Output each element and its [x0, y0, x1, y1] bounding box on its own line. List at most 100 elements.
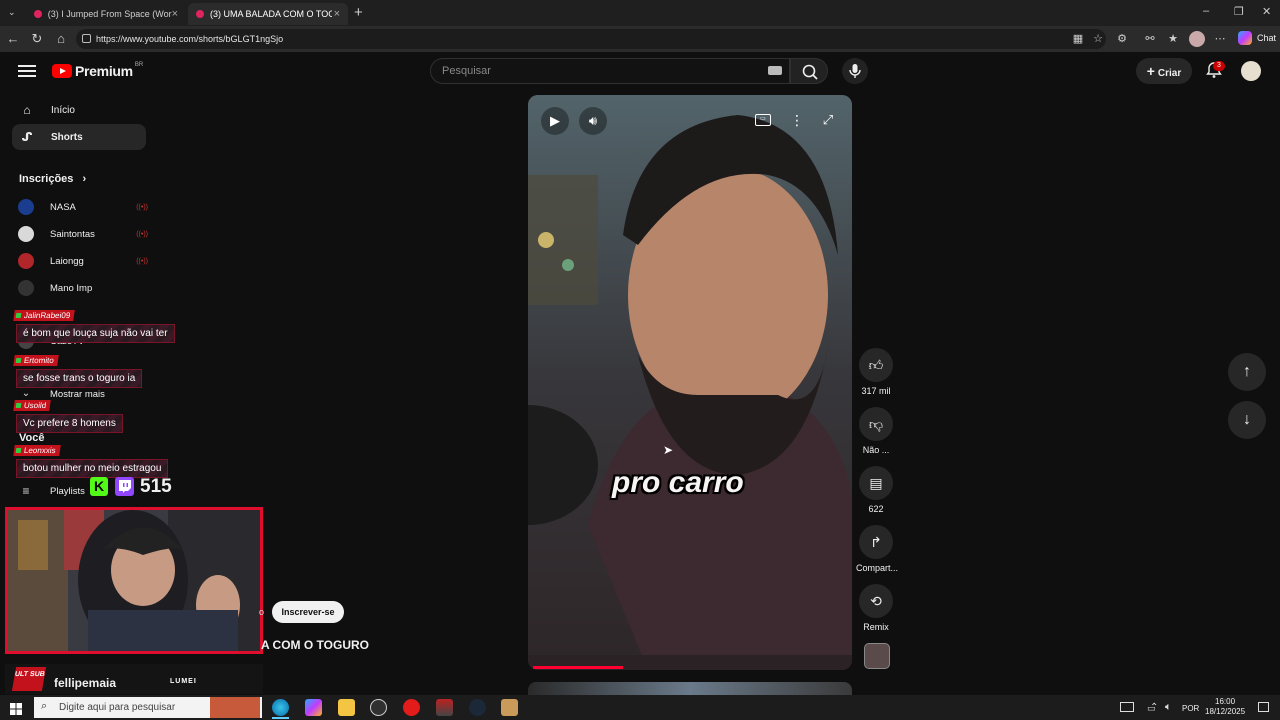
site-info-icon[interactable] — [82, 34, 91, 43]
close-window-icon[interactable]: ✕ — [1262, 5, 1271, 18]
subscription-item[interactable]: Mano Imp — [18, 277, 148, 299]
account-avatar[interactable] — [1241, 61, 1261, 81]
channel-name: Mano Imp — [50, 282, 93, 294]
channel-avatar — [18, 226, 34, 242]
channel-name: NASA — [50, 201, 76, 213]
live-icon: ((•)) — [136, 257, 148, 265]
home-icon[interactable]: ⌂ — [52, 30, 70, 48]
remix-button[interactable]: ⟲ Remix — [856, 584, 896, 632]
close-tab-icon[interactable]: × — [172, 8, 178, 20]
sidebar-item-home[interactable]: ⌂ Início — [12, 97, 146, 123]
next-short-button[interactable]: ↓ — [1228, 401, 1266, 439]
windows-start-icon[interactable] — [10, 702, 22, 715]
youtube-play-logo-icon — [52, 64, 72, 78]
streamer-name: fellipemaia — [54, 676, 117, 690]
split-screen-icon[interactable]: ⚯ — [1142, 31, 1158, 47]
tab-title: (3) I Jumped From Space (World R — [47, 9, 172, 19]
comments-button[interactable]: ▤ 622 — [856, 466, 896, 514]
network-icon[interactable] — [1120, 702, 1134, 712]
video-caption: pro carro — [612, 466, 744, 499]
copilot-icon — [1238, 31, 1252, 45]
address-bar[interactable]: https://www.youtube.com/shorts/bGLGT1ngS… — [76, 29, 1106, 49]
fullscreen-icon[interactable]: ⤢ — [820, 112, 836, 128]
create-button[interactable]: + Criar — [1136, 58, 1192, 84]
plus-icon: + — [1146, 63, 1155, 79]
file-explorer-icon[interactable] — [338, 699, 355, 716]
subscriptions-heading[interactable]: Inscrições › — [19, 173, 86, 185]
sound-thumbnail[interactable] — [864, 643, 890, 669]
next-short-preview — [528, 682, 852, 695]
subscription-item[interactable]: NASA ((•)) — [18, 196, 148, 218]
home-icon: ⌂ — [23, 103, 31, 117]
share-button[interactable]: ↱ Compart... — [856, 525, 899, 573]
thumbs-up-icon: 👍︎ — [859, 348, 893, 382]
language-indicator[interactable]: POR — [1182, 704, 1199, 713]
chevron-right-icon: › — [82, 173, 87, 185]
arrow-up-icon: ↑ — [1243, 363, 1251, 380]
obs-icon[interactable] — [370, 699, 387, 716]
like-button[interactable]: 👍︎ 317 mil — [856, 348, 896, 396]
app-icon-colorful[interactable] — [436, 699, 453, 716]
shorts-player[interactable] — [528, 95, 852, 670]
copilot-icon[interactable] — [305, 699, 322, 716]
ult-sub-badge: ULT SUB — [11, 667, 47, 691]
search-button[interactable] — [790, 58, 828, 84]
twitch-logo-icon — [115, 477, 134, 496]
reload-icon[interactable]: ↻ — [28, 30, 46, 48]
chat-username: JalinRabei09 — [13, 310, 76, 321]
youtube-premium-logo[interactable]: Premium BR — [52, 62, 143, 79]
speaker-icon[interactable]: 🔈︎ — [1165, 701, 1172, 714]
notification-center-icon[interactable] — [1258, 702, 1269, 712]
edge-browser-icon[interactable] — [272, 699, 289, 716]
chat-message: Leonxxis botou mulher no meio estragou — [13, 440, 169, 478]
youtube-app-icon[interactable] — [403, 699, 420, 716]
subscribe-left-fragment: o — [259, 607, 265, 617]
keyboard-icon[interactable] — [768, 66, 782, 75]
back-icon[interactable]: ← — [4, 30, 22, 48]
like-count: 317 mil — [861, 386, 891, 396]
volume-button[interactable]: 🔊︎ — [579, 107, 607, 135]
profile-avatar-icon[interactable] — [1189, 31, 1205, 47]
video-frame — [528, 95, 852, 670]
webcam-image — [8, 510, 260, 651]
hamburger-menu-icon[interactable] — [18, 62, 36, 78]
steam-icon[interactable] — [469, 699, 486, 716]
search-input[interactable]: Pesquisar — [430, 58, 790, 84]
new-tab-button[interactable]: + — [354, 4, 363, 21]
dislike-button[interactable]: 👎︎ Não ... — [856, 407, 896, 455]
volume-icon: 🔊︎ — [588, 113, 598, 128]
app-install-icon[interactable]: ▦ — [1070, 31, 1086, 47]
subscription-item[interactable]: Saintontas ((•)) — [18, 223, 148, 245]
subscription-item[interactable]: Laiongg ((•)) — [18, 250, 148, 272]
microphone-icon — [849, 64, 861, 78]
close-tab-icon[interactable]: × — [334, 8, 340, 20]
channel-name: Laiongg — [50, 255, 84, 267]
sidebar-item-shorts[interactable]: ᔑ Shorts — [12, 124, 146, 150]
minimize-icon[interactable]: – — [1203, 5, 1209, 17]
favorites-icon[interactable]: ★ — [1165, 31, 1181, 47]
subscriptions-title: Inscrições — [19, 173, 74, 185]
taskbar-clock[interactable]: 16:00 18/12/2025 — [1205, 697, 1245, 717]
wifi-icon[interactable]: ▭ — [1147, 703, 1156, 714]
playlists-icon: ≡ — [22, 484, 30, 498]
chat-message: Usoild Vc prefere 8 homens — [13, 395, 123, 433]
tab-list-chevron-icon[interactable]: ⌄ — [8, 7, 20, 19]
captions-icon[interactable]: ▭ — [755, 114, 771, 126]
game-app-icon[interactable] — [501, 699, 518, 716]
tab-uma-balada[interactable]: (3) UMA BALADA COM O TOGURO × — [188, 3, 348, 25]
favorite-star-icon[interactable]: ☆ — [1090, 31, 1106, 47]
subscribe-button[interactable]: Inscrever-se — [272, 601, 344, 623]
copilot-chat-button[interactable]: Chat — [1238, 31, 1276, 45]
tab-jumped-from-space[interactable]: (3) I Jumped From Space (World R × — [26, 3, 186, 25]
previous-short-button[interactable]: ↑ — [1228, 353, 1266, 391]
voice-search-button[interactable] — [842, 58, 868, 84]
share-label: Compart... — [856, 563, 899, 573]
video-title[interactable]: A COM O TOGURO — [261, 638, 369, 652]
more-options-icon[interactable]: ⋯ — [1212, 31, 1228, 47]
shorts-icon: ᔑ — [21, 130, 33, 144]
play-button[interactable]: ▶ — [541, 107, 569, 135]
maximize-icon[interactable]: ❐ — [1234, 5, 1244, 18]
viewer-count: 515 — [140, 476, 172, 497]
extensions-icon[interactable]: ⚙ — [1114, 31, 1130, 47]
more-vertical-icon[interactable]: ⋮ — [790, 112, 804, 129]
